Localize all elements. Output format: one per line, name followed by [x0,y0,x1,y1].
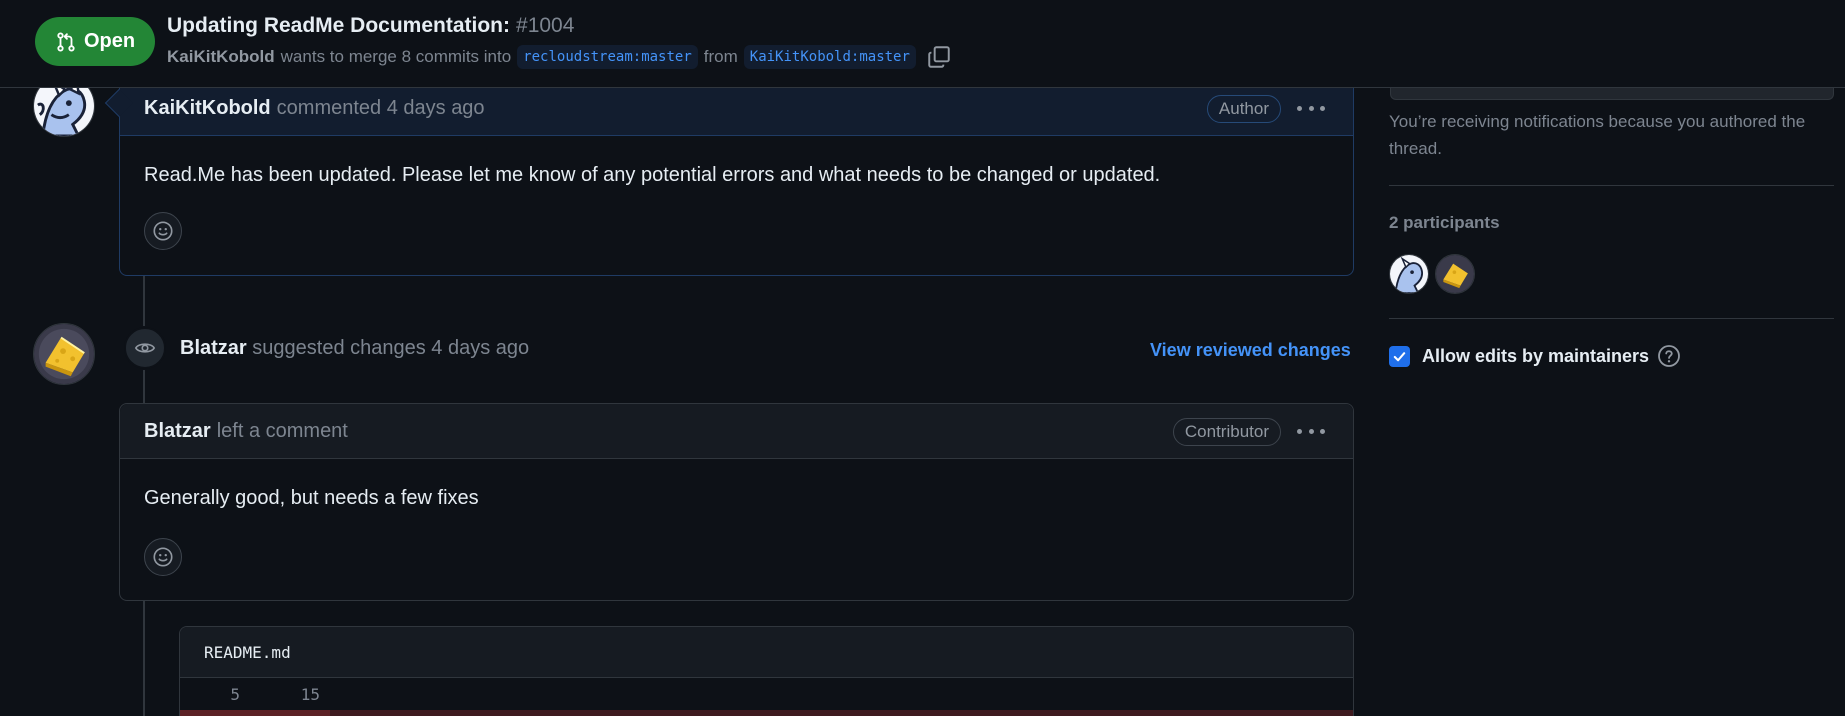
participant-avatar-blatzar[interactable] [1435,254,1475,294]
allow-edits-checkbox[interactable] [1389,345,1410,367]
sidebar-divider [1389,185,1834,186]
add-reaction-button[interactable] [144,538,182,576]
timeline-line [143,276,145,326]
pr-title-text[interactable]: Updating ReadMe Documentation: [167,14,510,37]
participants-heading: 2 participants [1389,213,1500,232]
notification-reason: You’re receiving notifications because y… [1389,112,1806,158]
comment-options-icon[interactable] [1297,99,1325,117]
old-line-number[interactable]: 5 [180,685,240,704]
from-text: from [703,47,738,66]
comment-author[interactable]: Blatzar [144,420,211,443]
comment-blatzar: Blatzar left a comment Contributor Gener… [119,403,1354,601]
comment-body: Read.Me has been updated. Please let me … [144,164,1161,186]
copy-icon[interactable] [926,44,952,70]
pr-number: #1004 [516,14,575,37]
check-icon [1393,351,1406,361]
review-file-diff: README.md 5 15 [179,626,1354,716]
review-summary: Blatzar suggested changes 4 days ago [180,337,529,360]
smiley-icon [153,221,173,241]
smiley-icon [153,547,173,567]
pr-state-label: Open [83,30,136,52]
eye-icon [124,327,166,369]
comment-timestamp[interactable]: commented 4 days ago [277,97,485,120]
pr-title: Updating ReadMe Documentation: #1004 [167,14,574,38]
allow-edits-label[interactable]: Allow edits by maintainers [1422,346,1649,367]
review-event: Blatzar suggested changes 4 days ago [124,327,529,369]
pull-request-page: KaiKitKobold commented 4 days ago Author… [0,0,1845,716]
timeline-line [143,600,145,716]
file-name[interactable]: README.md [180,627,1353,678]
new-line-number[interactable]: 15 [240,685,320,704]
pr-state-badge: Open [35,17,155,66]
comment-body: Generally good, but needs a few fixes [144,487,479,509]
merge-description: wants to merge 8 commits into [280,47,512,66]
contributor-badge: Contributor [1172,418,1281,446]
comment-caret [104,88,134,118]
review-author[interactable]: Blatzar [180,337,247,359]
diff-hunk-row: 5 15 [180,678,1353,710]
avatar-blatzar[interactable] [33,323,95,385]
participant-avatar-kaikitkobold[interactable] [1389,254,1429,294]
question-icon[interactable] [1657,344,1681,368]
author-badge: Author [1206,95,1281,123]
comment-kaikitkobold: KaiKitKobold commented 4 days ago Author… [104,80,1354,276]
comment-header: KaiKitKobold commented 4 days ago Author [104,81,1353,136]
pr-author-link[interactable]: KaiKitKobold [167,47,275,67]
comment-action: left a comment [216,419,348,442]
comment-header: Blatzar left a comment Contributor [120,404,1353,459]
comment-options-icon[interactable] [1297,422,1325,440]
timeline-line [143,370,145,404]
add-reaction-button[interactable] [144,212,182,250]
allow-edits-row: Allow edits by maintainers [1389,344,1681,368]
comment-author[interactable]: KaiKitKobold [144,97,271,120]
head-branch-label[interactable]: KaiKitKobold:master [743,45,916,69]
review-action: suggested changes 4 days ago [252,336,530,359]
view-reviewed-changes-link[interactable]: View reviewed changes [1150,340,1351,361]
base-branch-label[interactable]: recloudstream:master [517,45,698,69]
sidebar-divider [1389,318,1834,319]
pr-merge-info: KaiKitKobold wants to merge 8 commits in… [167,44,952,70]
diff-deleted-line [180,710,1353,716]
git-pull-request-icon [57,31,75,52]
pull-request-sticky-header: Open Updating ReadMe Documentation: #1004… [0,0,1845,88]
